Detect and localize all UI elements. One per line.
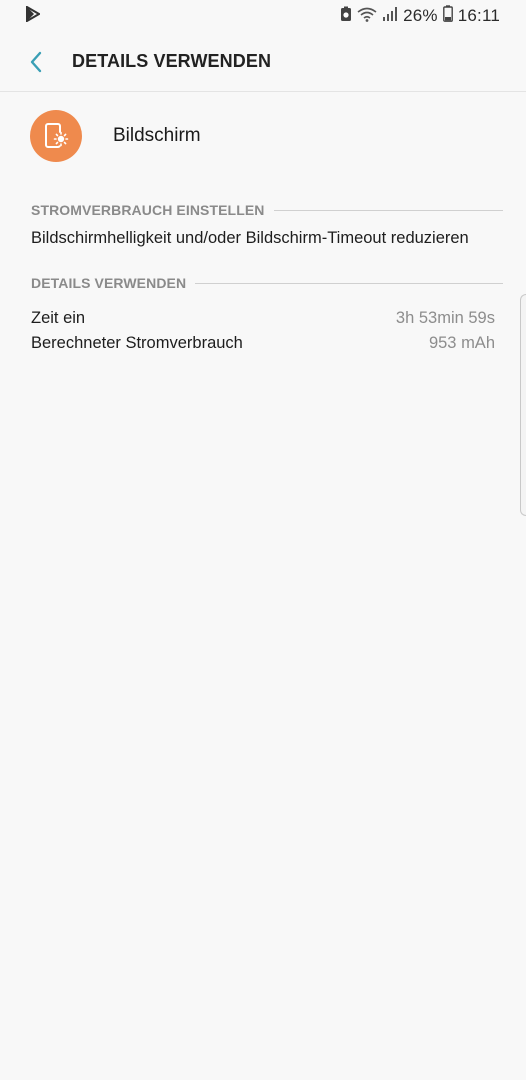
signal-icon <box>382 6 398 27</box>
edge-panel-handle[interactable] <box>520 294 526 516</box>
stat-row-power-consumption: Berechneter Stromverbrauch 953 mAh <box>31 331 495 355</box>
battery-percent: 26% <box>403 6 438 25</box>
section-header-power-settings: STROMVERBRAUCH EINSTELLEN <box>31 200 503 220</box>
stat-row-time-on: Zeit ein 3h 53min 59s <box>31 306 495 330</box>
power-tip-link[interactable]: Bildschirmhelligkeit und/oder Bildschirm… <box>31 229 503 248</box>
app-info-row: Bildschirm <box>30 108 201 164</box>
stat-label: Berechneter Stromverbrauch <box>31 333 243 352</box>
section-title: STROMVERBRAUCH EINSTELLEN <box>31 202 265 218</box>
chevron-left-icon <box>30 51 42 72</box>
screen: 26% 16:11 DETAILS VERWENDEN Bildschirm S… <box>0 0 526 1080</box>
battery-icon <box>442 5 453 27</box>
app-name: Bildschirm <box>113 125 201 146</box>
clock: 16:11 <box>457 6 500 25</box>
back-button[interactable] <box>16 42 56 82</box>
section-header-usage-details: DETAILS VERWENDEN <box>31 273 503 293</box>
divider <box>273 209 503 211</box>
wifi-icon <box>357 6 377 27</box>
status-bar: 26% 16:11 <box>0 0 526 32</box>
page-title: DETAILS VERWENDEN <box>72 51 272 71</box>
app-bar: DETAILS VERWENDEN <box>0 32 526 92</box>
stat-label: Zeit ein <box>31 308 86 327</box>
play-store-notification-icon <box>26 4 41 27</box>
section-title: DETAILS VERWENDEN <box>31 275 187 291</box>
stat-value: 3h 53min 59s <box>395 308 495 327</box>
divider <box>195 282 503 284</box>
stat-value: 953 mAh <box>428 333 495 352</box>
screen-brightness-icon <box>30 110 82 162</box>
battery-saver-icon <box>340 6 352 27</box>
